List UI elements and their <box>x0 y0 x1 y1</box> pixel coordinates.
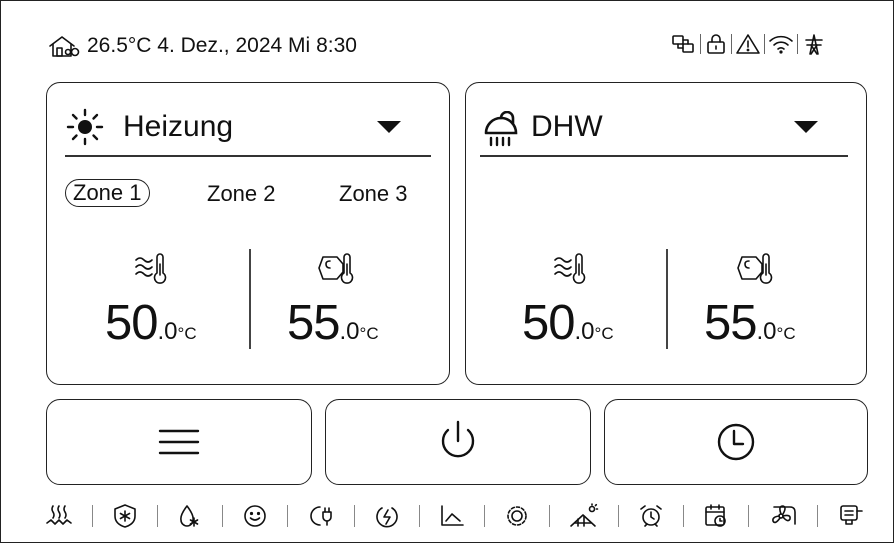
frost-protection-icon[interactable] <box>112 503 138 529</box>
power-icon <box>436 419 480 465</box>
disinfect-icon[interactable] <box>177 503 203 529</box>
controller-screen: 26.5°C 4. Dez., 2024 Mi 8:30 Heizung Zon… <box>0 0 894 543</box>
dhw-panel: DHW 50.0°C 55.0°C <box>465 82 867 385</box>
function-bar <box>45 503 865 529</box>
dhw-title[interactable]: DHW <box>531 110 603 144</box>
zone-3-tab[interactable]: Zone 3 <box>339 181 408 207</box>
sun-icon <box>65 107 105 147</box>
menu-icon <box>157 427 201 457</box>
chart-icon[interactable] <box>439 504 465 528</box>
network-link-icon <box>671 33 697 55</box>
heating-tank-temperature: 55.0°C <box>287 296 379 350</box>
mode-dropdown-icon[interactable] <box>377 121 401 133</box>
dhw-tank-temperature: 55.0°C <box>704 296 796 350</box>
alarm-clock-icon[interactable] <box>638 503 664 529</box>
value-separator <box>666 249 668 349</box>
lock-icon <box>704 33 728 55</box>
status-weekday: Mi <box>288 34 311 57</box>
value-separator <box>249 249 251 349</box>
mode-title[interactable]: Heizung <box>123 110 233 144</box>
dhw-water-temperature: 50.0°C <box>522 296 614 350</box>
status-date: 4. Dez., 2024 <box>157 34 283 57</box>
power-save-icon[interactable] <box>374 503 400 529</box>
display-icon[interactable] <box>837 503 865 529</box>
clock-icon <box>715 421 757 463</box>
calendar-icon[interactable] <box>703 503 729 529</box>
smart-grid-icon[interactable] <box>307 503 335 529</box>
grid-pylon-icon <box>801 33 827 55</box>
fan-icon[interactable] <box>768 503 798 529</box>
tank-thermometer-icon <box>317 253 357 287</box>
outdoor-temperature: 26.5°C <box>87 34 152 57</box>
dhw-dropdown-icon[interactable] <box>794 121 818 133</box>
zone-1-tab[interactable]: Zone 1 <box>65 179 150 207</box>
power-button[interactable] <box>325 399 591 485</box>
water-thermometer-icon <box>553 253 591 287</box>
status-line: 26.5°C 4. Dez., 2024 Mi 8:30 <box>87 34 357 58</box>
schedule-button[interactable] <box>604 399 868 485</box>
tank-thermometer-icon <box>736 253 776 287</box>
shower-icon <box>482 111 522 149</box>
status-icons <box>671 33 827 55</box>
menu-button[interactable] <box>46 399 312 485</box>
solar-house-icon[interactable] <box>569 503 599 529</box>
wifi-icon <box>768 33 794 55</box>
status-time: 8:30 <box>316 34 357 57</box>
divider <box>65 155 431 157</box>
comfort-icon[interactable] <box>242 503 268 529</box>
heating-water-temperature: 50.0°C <box>105 296 197 350</box>
house-icon <box>47 35 81 59</box>
warning-icon <box>735 33 761 55</box>
heater-icon[interactable] <box>45 504 73 528</box>
settings-gear-icon[interactable] <box>504 503 530 529</box>
zone-2-tab[interactable]: Zone 2 <box>207 181 276 207</box>
water-thermometer-icon <box>134 253 172 287</box>
divider <box>480 155 848 157</box>
heating-panel: Heizung Zone 1 Zone 2 Zone 3 50.0°C 55.0… <box>46 82 450 385</box>
